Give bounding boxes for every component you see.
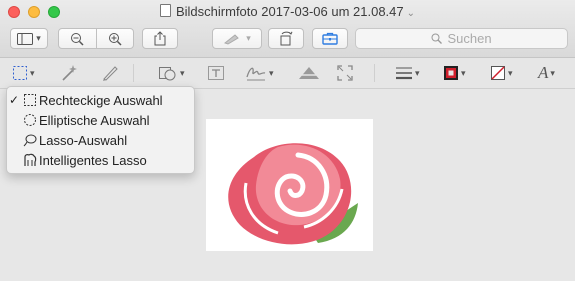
title-bar: Bildschirmfoto 2017-03-06 um 21.08.47 ⌄ ▾…: [0, 0, 575, 58]
document-icon: [159, 4, 171, 17]
border-color-icon: [444, 66, 458, 80]
chevron-down-icon: ⌄: [406, 8, 416, 19]
text-button[interactable]: [207, 64, 225, 82]
selection-tool-button[interactable]: ▾: [12, 64, 35, 82]
zoom-out-icon: [71, 32, 84, 46]
search-placeholder: Suchen: [447, 31, 492, 46]
fill-color-icon: [491, 66, 505, 80]
chevron-down-icon: ▾: [269, 67, 274, 78]
rose-image: [206, 119, 373, 251]
chevron-down-icon: ▾: [36, 33, 41, 43]
line-style-icon: [396, 67, 412, 80]
adjust-size-button[interactable]: [336, 64, 354, 82]
chevron-down-icon: ▾: [508, 67, 513, 78]
window-title-text: Bildschirmfoto 2017-03-06 um 21.08.47: [175, 4, 404, 19]
adjust-color-icon: [299, 67, 319, 79]
pencil-icon: [103, 66, 118, 81]
highlight-button[interactable]: ▾: [212, 28, 262, 49]
sketch-button[interactable]: [101, 64, 119, 82]
menu-item-label: Intelligentes Lasso: [39, 152, 147, 168]
rotate-button[interactable]: [268, 28, 304, 49]
menu-item-lasso-selection[interactable]: Lasso-Auswahl: [7, 130, 194, 150]
zoom-in-icon: [108, 32, 122, 46]
selection-tool-menu: ✓ Rechteckige Auswahl Elliptische Auswah…: [6, 86, 195, 174]
preview-window: Bildschirmfoto 2017-03-06 um 21.08.47 ⌄ ▾…: [0, 0, 575, 281]
markup-toolbar: ▾ ▾ ▾ ▾ ▾ ▾ A ▾: [0, 58, 575, 89]
rotate-icon: [280, 31, 293, 46]
checkmark-icon: ✓: [8, 93, 20, 107]
sidebar-view-button[interactable]: ▾: [10, 28, 48, 49]
menu-item-smart-lasso[interactable]: Intelligentes Lasso: [7, 150, 194, 170]
chevron-down-icon: ▾: [415, 67, 420, 78]
lasso-icon: [23, 134, 37, 147]
shape-style-button[interactable]: ▾: [395, 64, 420, 82]
rect-select-icon: [24, 94, 36, 106]
signature-icon: [246, 67, 266, 81]
ellipse-select-icon: [24, 114, 36, 126]
chevron-down-icon: ▾: [550, 67, 555, 78]
menu-item-rectangular-selection[interactable]: ✓ Rechteckige Auswahl: [7, 90, 194, 110]
chevron-down-icon: ▾: [461, 67, 466, 78]
markup-toolbar-button[interactable]: [312, 28, 348, 49]
magic-wand-icon: [62, 65, 77, 81]
menu-item-label: Lasso-Auswahl: [39, 132, 128, 148]
rose-illustration: [228, 143, 358, 245]
chevron-down-icon: ▾: [180, 67, 185, 78]
highlighter-icon: [224, 33, 240, 45]
share-button[interactable]: [142, 28, 178, 49]
smart-lasso-icon: [24, 153, 37, 166]
text-style-button[interactable]: A ▾: [538, 63, 555, 82]
menu-item-label: Rechteckige Auswahl: [39, 92, 163, 108]
search-field[interactable]: Suchen: [355, 28, 568, 49]
chevron-down-icon: ▾: [30, 67, 35, 78]
fill-color-button[interactable]: ▾: [490, 64, 513, 82]
resize-icon: [337, 65, 353, 81]
menu-item-label: Elliptische Auswahl: [39, 112, 150, 128]
zoom-out-button[interactable]: [59, 29, 97, 48]
rect-select-icon: [13, 66, 27, 80]
adjust-color-button[interactable]: [298, 64, 320, 82]
border-color-button[interactable]: ▾: [443, 64, 466, 82]
shapes-icon: [159, 67, 176, 81]
toolbar-separator: [133, 64, 134, 82]
toolbox-icon: [322, 32, 338, 45]
search-icon: [431, 33, 443, 44]
text-style-icon: A: [538, 63, 549, 82]
share-icon: [154, 31, 166, 46]
instant-alpha-button[interactable]: [60, 64, 78, 82]
text-box-icon: [208, 66, 224, 80]
toolbar-separator: [374, 64, 375, 82]
sign-button[interactable]: ▾: [245, 64, 274, 82]
zoom-in-button[interactable]: [97, 29, 134, 48]
window-title[interactable]: Bildschirmfoto 2017-03-06 um 21.08.47 ⌄: [0, 4, 575, 19]
chevron-down-icon: ▾: [246, 33, 251, 43]
sidebar-icon: [17, 32, 34, 45]
zoom-button-group: [58, 28, 134, 49]
shapes-button[interactable]: ▾: [158, 64, 185, 82]
menu-item-elliptical-selection[interactable]: Elliptische Auswahl: [7, 110, 194, 130]
